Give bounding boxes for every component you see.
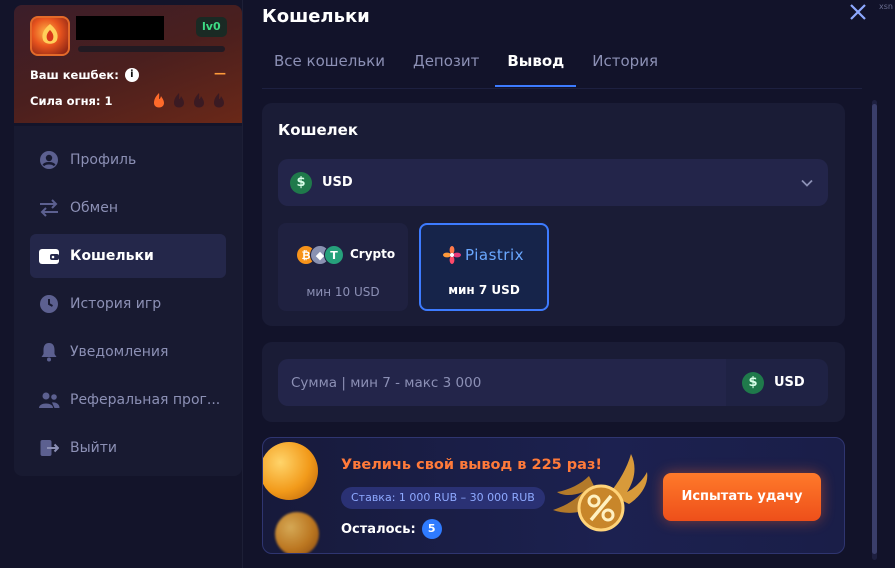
- dollar-icon: $: [290, 171, 312, 194]
- sidebar-item-profile[interactable]: Профиль: [30, 138, 226, 182]
- avatar[interactable]: [30, 16, 70, 56]
- chevron-down-icon: [801, 179, 813, 187]
- fire-power-label: Сила огня: 1: [30, 94, 113, 108]
- wallet-card: Кошелек $ USD ₿ ◆ T Crypto мин 10 USD Pi…: [262, 103, 845, 326]
- sidebar-item-notifications[interactable]: Уведомления: [30, 330, 226, 374]
- tether-icon: T: [324, 245, 344, 265]
- tab-withdraw[interactable]: Вывод: [495, 42, 577, 87]
- clock-icon: [38, 293, 60, 315]
- sidebar-item-label: Обмен: [70, 200, 118, 216]
- users-icon: [38, 389, 60, 411]
- coin-icon: [263, 442, 318, 500]
- piastrix-logo: Piastrix: [443, 245, 524, 265]
- scrollbar-thumb[interactable]: [872, 104, 877, 554]
- tab-deposit[interactable]: Депозит: [401, 42, 491, 87]
- info-icon[interactable]: i: [124, 68, 139, 82]
- sidebar-item-label: Кошельки: [70, 248, 154, 264]
- flame-icon-active: [154, 93, 164, 108]
- piastrix-flower-icon: [443, 246, 461, 264]
- method-name: Piastrix: [465, 246, 524, 264]
- sidebar-item-referral[interactable]: Реферальная прог...: [30, 378, 226, 422]
- promo-left-label: Осталось:: [341, 521, 416, 537]
- wallet-icon: [38, 245, 60, 267]
- flame-icon: [174, 93, 184, 108]
- tabs-divider: [262, 88, 862, 89]
- crypto-coins: ₿ ◆ T: [296, 245, 344, 265]
- method-name: Crypto: [350, 247, 396, 261]
- amount-card: $ USD: [262, 342, 845, 422]
- cashback-row: Ваш кешбек: i: [30, 68, 139, 82]
- main-panel: Кошельки xsn Все кошельки Депозит Вывод …: [243, 0, 895, 568]
- edge-text: xsn: [879, 2, 893, 11]
- method-min: мин 10 USD: [306, 285, 380, 299]
- exchange-icon: [38, 197, 60, 219]
- sidebar-item-label: Профиль: [70, 152, 137, 168]
- promo-rate: Ставка: 1 000 RUB – 30 000 RUB: [341, 487, 545, 509]
- try-luck-button[interactable]: Испытать удачу: [663, 473, 821, 521]
- promo-banner: Увеличь свой вывод в 225 раз! Ставка: 1 …: [262, 437, 845, 554]
- cashback-label: Ваш кешбек:: [30, 68, 119, 82]
- profile-card: lv0 Ваш кешбек: i — Сила огня: 1: [14, 5, 242, 123]
- sidebar-item-label: Реферальная прог...: [70, 392, 221, 408]
- xp-progress-bar: [78, 46, 225, 52]
- cashback-value: —: [214, 66, 226, 80]
- wallet-tabs: Все кошельки Депозит Вывод История: [262, 42, 674, 87]
- currency-value: USD: [322, 175, 353, 190]
- flame-icon: [214, 93, 224, 108]
- promo-attempts-left: Осталось: 5: [341, 519, 442, 539]
- tab-history[interactable]: История: [580, 42, 670, 87]
- amount-currency: $ USD: [726, 359, 828, 406]
- sidebar-menu: Профиль Обмен Кошельки История игр Уведо…: [14, 126, 242, 476]
- level-badge: lv0: [196, 17, 227, 37]
- bell-icon: [38, 341, 60, 363]
- sidebar-item-logout[interactable]: Выйти: [30, 426, 226, 470]
- sidebar-item-label: Выйти: [70, 440, 118, 456]
- close-icon[interactable]: [849, 3, 867, 21]
- wallet-title: Кошелек: [278, 121, 359, 139]
- method-piastrix[interactable]: Piastrix мин 7 USD: [419, 223, 549, 311]
- fire-level-indicator: [152, 92, 226, 108]
- flame-icon: [194, 93, 204, 108]
- sidebar-item-exchange[interactable]: Обмен: [30, 186, 226, 230]
- sidebar-item-wallets[interactable]: Кошельки: [30, 234, 226, 278]
- username-redacted: [76, 16, 164, 40]
- dollar-icon: $: [742, 371, 764, 394]
- user-icon: [38, 149, 60, 171]
- page-title: Кошельки: [262, 6, 370, 27]
- sidebar-item-game-history[interactable]: История игр: [30, 282, 226, 326]
- promo-left-count: 5: [421, 519, 442, 539]
- method-min: мин 7 USD: [448, 283, 520, 297]
- amount-input[interactable]: [278, 359, 726, 406]
- currency-select[interactable]: $ USD: [278, 159, 828, 206]
- method-crypto[interactable]: ₿ ◆ T Crypto мин 10 USD: [278, 223, 408, 311]
- sidebar-item-label: История игр: [70, 296, 162, 312]
- winged-percent-icon: [553, 454, 648, 532]
- amount-currency-label: USD: [774, 375, 805, 390]
- sidebar-item-label: Уведомления: [70, 344, 169, 360]
- coin-icon: [275, 512, 319, 553]
- phoenix-icon: [42, 24, 58, 44]
- tab-all-wallets[interactable]: Все кошельки: [262, 42, 397, 87]
- sidebar: lv0 Ваш кешбек: i — Сила огня: 1 Профиль…: [0, 0, 243, 568]
- logout-icon: [38, 437, 60, 459]
